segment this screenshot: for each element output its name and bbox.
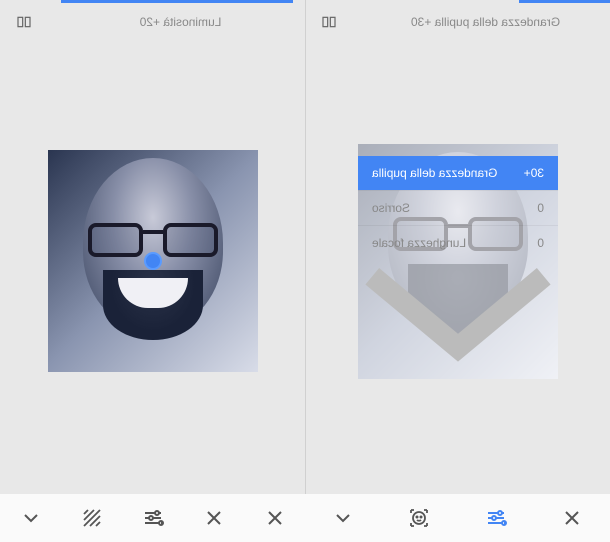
right-photo[interactable]: Grandezza della pupilla +30 Sorriso 0 Lu…: [358, 144, 558, 379]
option-label: Grandezza della pupilla: [372, 166, 497, 180]
left-header-label: Luminosità +20: [72, 15, 289, 29]
left-panel: Luminosità +20: [0, 0, 305, 542]
chevron-down-icon[interactable]: [19, 506, 43, 530]
left-photo[interactable]: [48, 150, 258, 372]
left-header: Luminosità +20: [0, 0, 305, 40]
right-panel: Grandezza della pupilla +30 Grandezza de…: [305, 0, 610, 542]
chevron-up-icon[interactable]: [358, 144, 558, 157]
toolbar-left: [0, 494, 305, 542]
adjustment-dot[interactable]: [144, 252, 162, 270]
close-icon[interactable]: [263, 506, 287, 530]
chevron-down-icon[interactable]: [358, 260, 558, 378]
options-overlay: Grandezza della pupilla +30 Sorriso 0 Lu…: [358, 144, 558, 379]
cut-icon[interactable]: [202, 506, 226, 530]
compare-icon[interactable]: [321, 14, 337, 30]
option-value: 0: [537, 236, 544, 250]
option-value: +30: [523, 166, 543, 180]
texture-icon[interactable]: [80, 506, 104, 530]
tune-icon[interactable]: [484, 506, 508, 530]
option-label: Sorriso: [372, 201, 410, 215]
option-row-pupilla[interactable]: Grandezza della pupilla +30: [358, 156, 558, 190]
face-icon[interactable]: [407, 506, 431, 530]
compare-icon[interactable]: [16, 14, 32, 30]
option-label: Lunghezza focale: [372, 236, 466, 250]
left-content: [0, 40, 305, 542]
option-value: 0: [537, 201, 544, 215]
option-row-lunghezza[interactable]: Lunghezza focale 0: [358, 225, 558, 260]
option-row-sorriso[interactable]: Sorriso 0: [358, 190, 558, 225]
bottom-toolbar: [0, 494, 610, 542]
right-content: Grandezza della pupilla +30 Sorriso 0 Lu…: [305, 40, 610, 542]
right-header-label: Grandezza della pupilla +30: [377, 15, 594, 29]
toolbar-right: [305, 494, 610, 542]
close-icon[interactable]: [560, 506, 584, 530]
right-header: Grandezza della pupilla +30: [305, 0, 610, 40]
tune-icon[interactable]: [141, 506, 165, 530]
chevron-down-icon[interactable]: [331, 506, 355, 530]
